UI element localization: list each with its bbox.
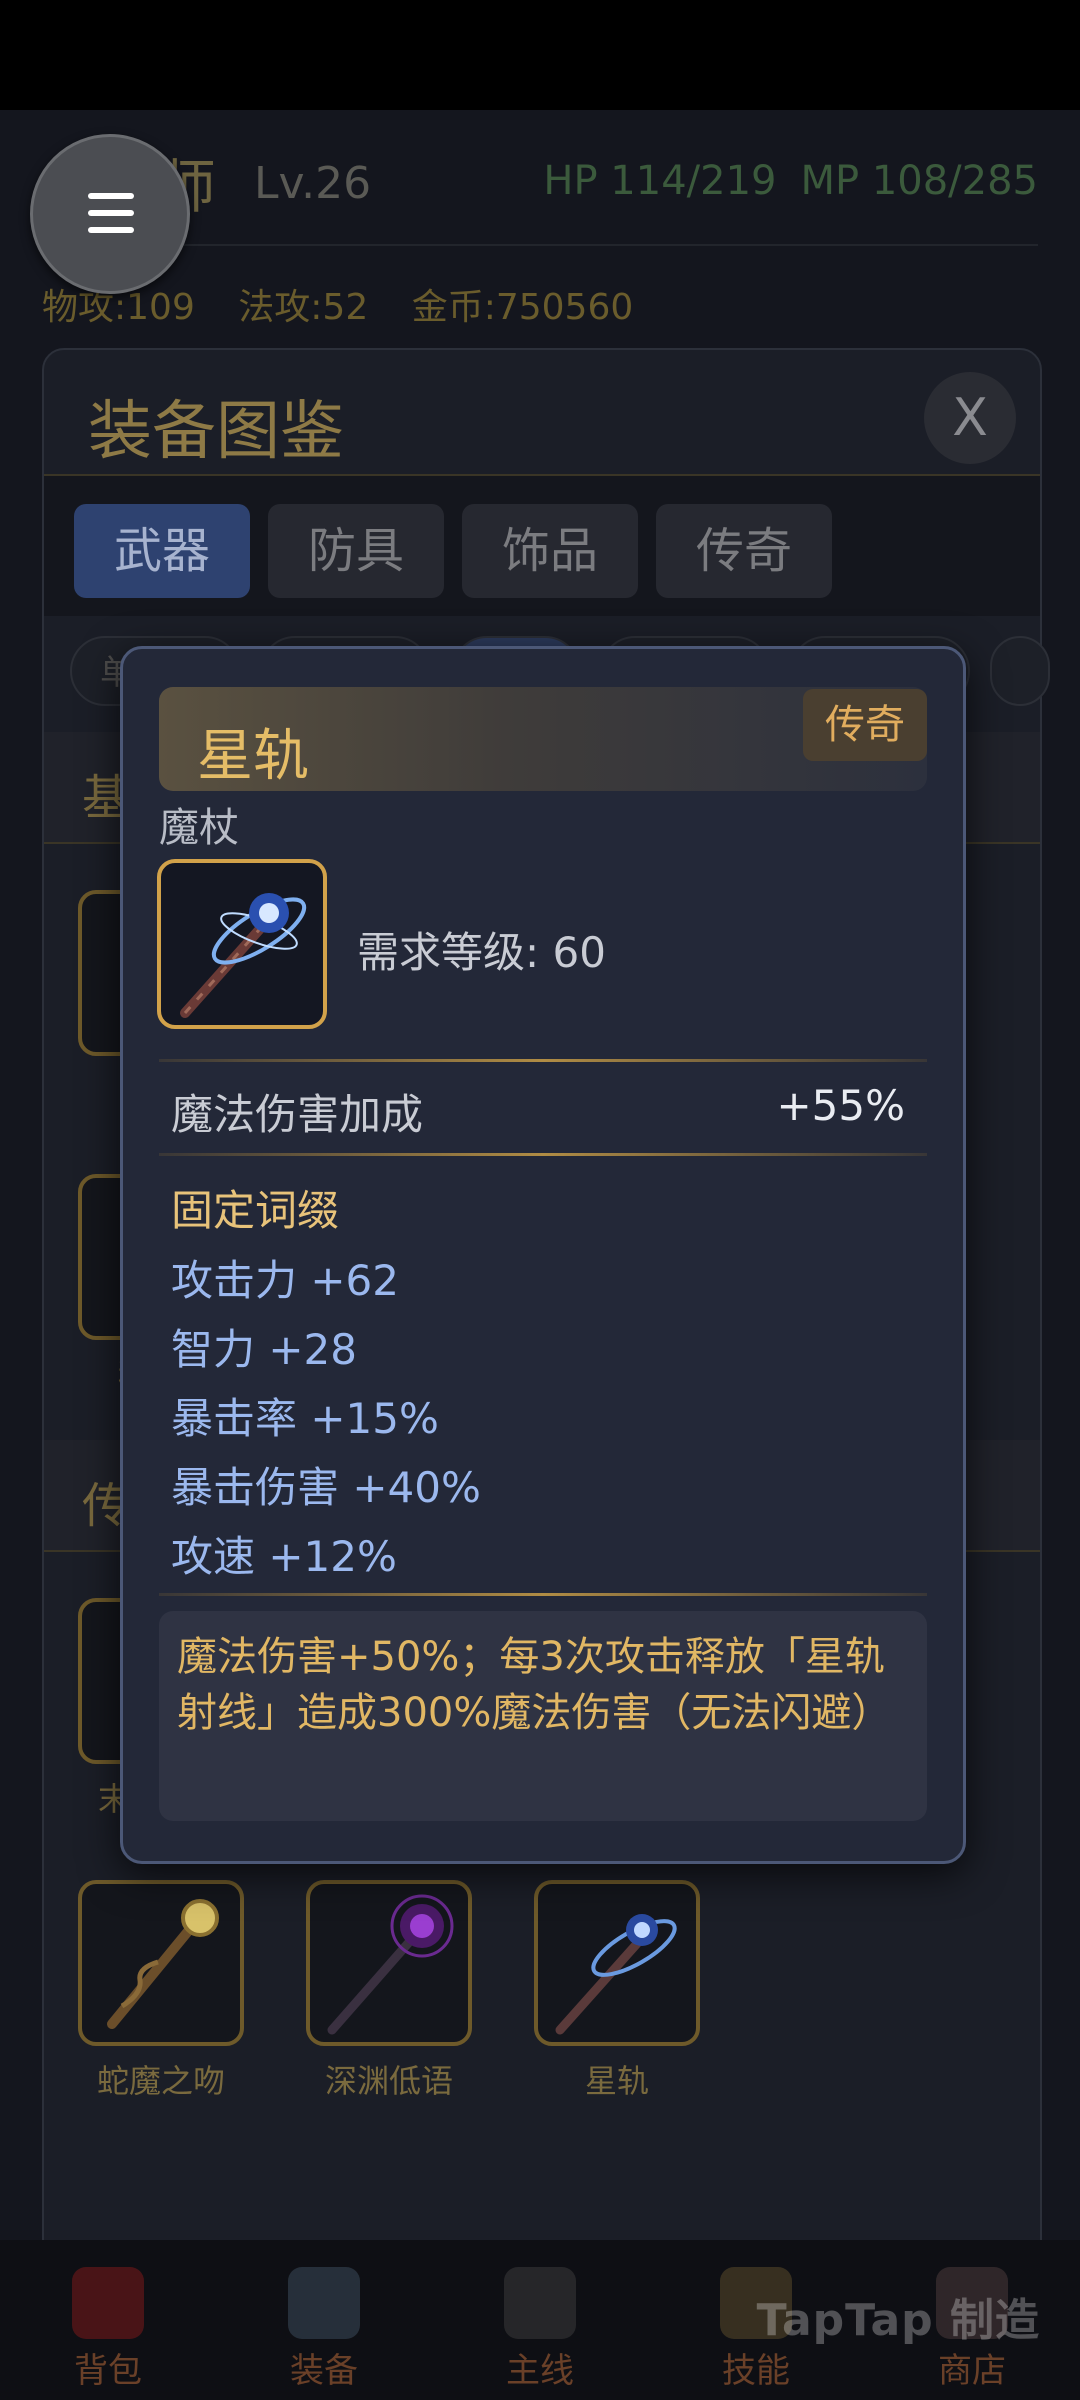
filter-pill[interactable] xyxy=(990,636,1050,706)
item-frame xyxy=(78,1880,244,2046)
item-frame xyxy=(306,1880,472,2046)
hud-divider xyxy=(42,244,1038,246)
tab-weapon[interactable]: 武器 xyxy=(74,504,250,598)
nav-label: 主线 xyxy=(506,2351,574,2391)
menu-button[interactable] xyxy=(30,134,190,294)
item-description: 魔法伤害+50%；每3次攻击释放「星轨射线」造成300%魔法伤害（无法闪避） xyxy=(159,1611,927,1821)
modal-title: 装备图鉴 xyxy=(88,395,344,469)
tab-accessory[interactable]: 饰品 xyxy=(462,504,638,598)
main-stat-row: 魔法伤害加成 +55% xyxy=(171,1081,905,1142)
main-stat-label: 魔法伤害加成 xyxy=(171,1090,424,1139)
watermark: TapTap 制造 xyxy=(756,2295,1040,2346)
affix-section-title: 固定词缀 xyxy=(171,1186,340,1235)
player-level: Lv.26 xyxy=(254,158,372,209)
hp-mp-readout: HP 114/219 MP 108/285 xyxy=(519,158,1038,204)
item-label: 蛇魔之吻 xyxy=(96,2062,225,2100)
item-card-abyss-whisper[interactable]: 深渊低语 xyxy=(306,1880,472,2102)
star-orbit-staff-icon xyxy=(555,1914,677,2035)
hamburger-icon-bar xyxy=(88,227,134,233)
abyss-staff-icon xyxy=(327,1894,454,2035)
hamburger-icon xyxy=(88,193,134,199)
nav-backpack[interactable]: 背包 xyxy=(0,2267,216,2392)
divider xyxy=(159,1593,927,1596)
item-frame xyxy=(534,1880,700,2046)
serpent-staff-icon xyxy=(107,1899,219,2029)
magic-attack-stat: 法攻:52 xyxy=(238,287,369,328)
nav-label: 技能 xyxy=(722,2351,790,2391)
affix-crit-rate: 暴击率 +15% xyxy=(171,1394,439,1443)
tab-armor[interactable]: 防具 xyxy=(268,504,444,598)
nav-label: 装备 xyxy=(290,2351,358,2391)
app-root: 魔法师 Lv.26 HP 114/219MP 108/285 物攻:109 法攻… xyxy=(0,0,1080,2400)
item-tooltip: 星轨 传奇 魔杖 需求等级: 60 魔法伤害加成 +55% 固定词缀 攻击力 +… xyxy=(120,646,966,1864)
category-tabs: 武器 防具 饰品 传奇 xyxy=(44,476,1040,616)
item-icon-frame xyxy=(157,859,327,1029)
shield-icon xyxy=(288,2267,360,2339)
divider xyxy=(159,1153,927,1156)
divider xyxy=(159,1059,927,1062)
item-card-star-orbit[interactable]: 星轨 xyxy=(534,1880,700,2102)
hp-text: HP 114/219 xyxy=(543,158,777,204)
item-card-serpent-kiss[interactable]: 蛇魔之吻 xyxy=(78,1880,244,2102)
main-stat-value: +55% xyxy=(776,1081,905,1130)
affix-attack-speed: 攻速 +12% xyxy=(171,1532,397,1581)
crossed-swords-icon xyxy=(504,2267,576,2339)
affix-crit-damage: 暴击伤害 +40% xyxy=(171,1463,481,1512)
item-label: 星轨 xyxy=(584,2062,649,2100)
item-label: 深渊低语 xyxy=(324,2062,453,2100)
rarity-badge: 传奇 xyxy=(803,689,927,761)
tab-legendary[interactable]: 传奇 xyxy=(656,504,832,598)
bottom-nav: 背包 装备 主线 技能 商店 TapTap 制造 xyxy=(0,2240,1080,2400)
nav-equipment[interactable]: 装备 xyxy=(216,2267,432,2392)
hamburger-icon-bar xyxy=(88,210,134,216)
mp-text: MP 108/285 xyxy=(800,158,1038,204)
nav-label: 背包 xyxy=(74,2351,142,2391)
item-name: 星轨 xyxy=(197,724,309,789)
backpack-icon xyxy=(72,2267,144,2339)
gold-stat: 金币:750560 xyxy=(411,287,634,328)
tooltip-title-bar: 星轨 传奇 xyxy=(159,687,927,791)
star-orbit-staff-icon xyxy=(180,893,307,1018)
affix-intelligence: 智力 +28 xyxy=(171,1325,357,1374)
nav-main-quest[interactable]: 主线 xyxy=(432,2267,648,2392)
close-button[interactable]: X xyxy=(924,372,1016,464)
item-type: 魔杖 xyxy=(159,805,239,851)
nav-label: 商店 xyxy=(938,2351,1006,2391)
required-level: 需求等级: 60 xyxy=(357,928,606,977)
affix-attack: 攻击力 +62 xyxy=(171,1256,399,1305)
